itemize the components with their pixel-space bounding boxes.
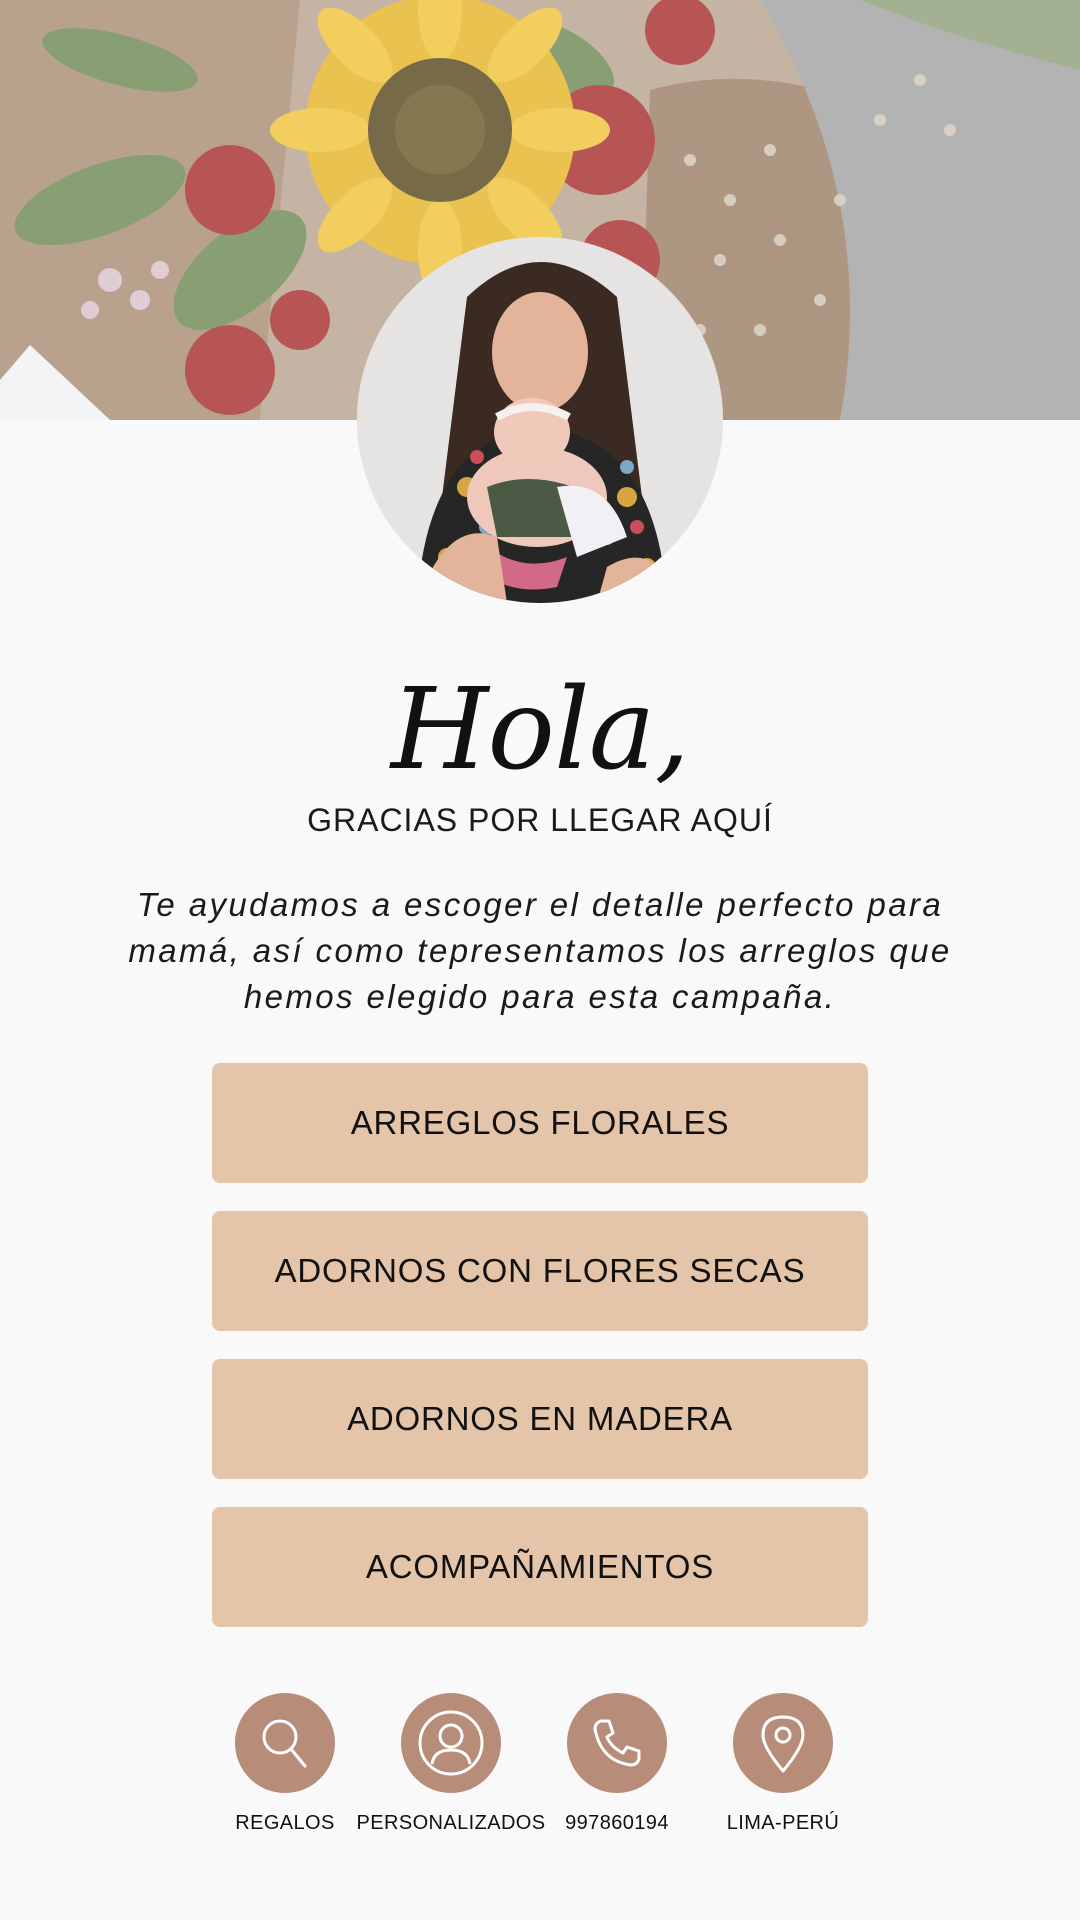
landing-page: Hola, GRACIAS POR LLEGAR AQUÍ Te ayudamo…: [0, 0, 1080, 1920]
regalos-link[interactable]: [235, 1693, 335, 1793]
mother-with-baby-image: [357, 237, 723, 603]
welcome-subtitle: GRACIAS POR LLEGAR AQUÍ: [307, 802, 773, 838]
phone-link[interactable]: [567, 1693, 667, 1793]
arreglos-florales-button[interactable]: ARREGLOS FLORALES: [212, 1063, 868, 1183]
button-label: ACOMPAÑAMIENTOS: [365, 1548, 715, 1585]
phone-icon: [593, 1719, 641, 1767]
location-pin-icon: [761, 1715, 805, 1773]
personalizados-link[interactable]: [401, 1693, 501, 1793]
adornos-flores-secas-button[interactable]: ADORNOS CON FLORES SECAS: [212, 1211, 868, 1331]
acompanamientos-button[interactable]: ACOMPAÑAMIENTOS: [212, 1507, 868, 1627]
location-label: LIMA-PERÚ: [726, 1812, 840, 1834]
intro-paragraph: Te ayudamos a escoger el detalle perfect…: [128, 886, 952, 1015]
greeting-heading: Hola,: [390, 665, 690, 795]
button-label: ADORNOS EN MADERA: [347, 1400, 733, 1437]
location-link[interactable]: [733, 1693, 833, 1793]
profile-avatar: [357, 237, 723, 603]
search-icon: [262, 1719, 307, 1768]
button-label: ADORNOS CON FLORES SECAS: [274, 1252, 806, 1289]
button-label: ARREGLOS FLORALES: [350, 1104, 730, 1141]
adornos-madera-button[interactable]: ADORNOS EN MADERA: [212, 1359, 868, 1479]
user-icon: [418, 1710, 484, 1776]
